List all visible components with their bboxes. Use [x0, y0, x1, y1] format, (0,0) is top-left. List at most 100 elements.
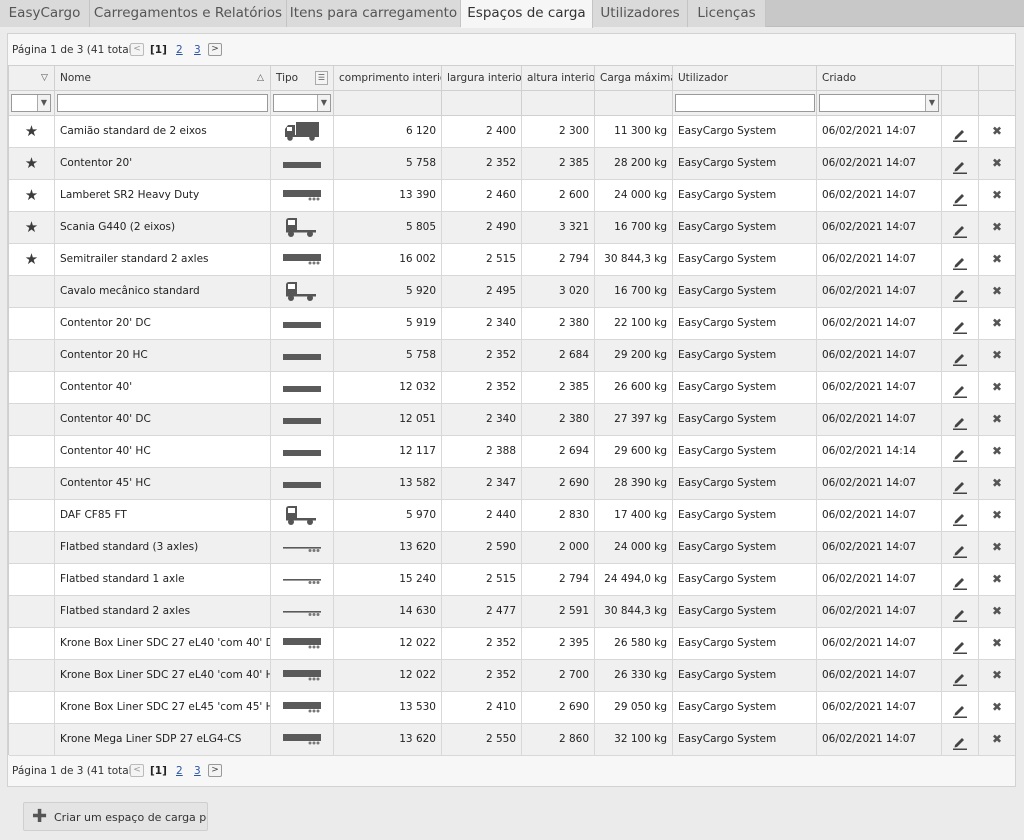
delete-cell[interactable]: ✖ [979, 404, 1015, 435]
favorite-star-icon[interactable]: ★ [25, 186, 38, 204]
close-icon[interactable]: ✖ [992, 508, 1002, 522]
delete-cell[interactable]: ✖ [979, 692, 1015, 723]
pager-page-3-link[interactable]: 3 [194, 763, 201, 779]
close-icon[interactable]: ✖ [992, 572, 1002, 586]
tab-cargo-spaces[interactable]: Espaços de carga [461, 0, 593, 28]
edit-cell[interactable] [942, 404, 979, 435]
pencil-icon[interactable] [952, 316, 968, 339]
table-row[interactable]: Flatbed standard 1 axle 15 240 2 515 2 794 2… [9, 564, 1015, 596]
header-length[interactable]: comprimento interior [334, 66, 442, 91]
pencil-icon[interactable] [952, 668, 968, 691]
delete-cell[interactable]: ✖ [979, 340, 1015, 371]
edit-cell[interactable] [942, 532, 979, 563]
edit-cell[interactable] [942, 468, 979, 499]
table-row[interactable]: Flatbed standard (3 axles) 13 620 2 590 2 0… [9, 532, 1015, 564]
table-row[interactable]: Contentor 40' HC 12 117 2 388 2 694 29 600 k… [9, 436, 1015, 468]
close-icon[interactable]: ✖ [992, 380, 1002, 394]
header-name[interactable]: Nome △ [55, 66, 271, 91]
tab-items-for-loading[interactable]: Itens para carregamento [287, 0, 461, 27]
table-row[interactable]: ★ Semitrailer standard 2 axles 16 002 2 515… [9, 244, 1015, 276]
pencil-icon[interactable] [952, 604, 968, 627]
pager-prev-button[interactable]: < [130, 43, 144, 56]
close-icon[interactable]: ✖ [992, 284, 1002, 298]
edit-cell[interactable] [942, 628, 979, 659]
favorite-star-icon[interactable]: ★ [25, 122, 38, 140]
delete-cell[interactable]: ✖ [979, 276, 1015, 307]
close-icon[interactable]: ✖ [992, 732, 1002, 746]
pencil-icon[interactable] [952, 572, 968, 595]
edit-cell[interactable] [942, 116, 979, 147]
close-icon[interactable]: ✖ [992, 316, 1002, 330]
delete-cell[interactable]: ✖ [979, 372, 1015, 403]
favorite-star-icon[interactable]: ★ [25, 218, 38, 236]
delete-cell[interactable]: ✖ [979, 116, 1015, 147]
tab-users[interactable]: Utilizadores [593, 0, 688, 27]
pencil-icon[interactable] [952, 124, 968, 147]
edit-cell[interactable] [942, 340, 979, 371]
pencil-icon[interactable] [952, 348, 968, 371]
delete-cell[interactable]: ✖ [979, 244, 1015, 275]
table-row[interactable]: Contentor 20' DC 5 919 2 340 2 380 22 100 kg… [9, 308, 1015, 340]
favorite-star-icon[interactable]: ★ [25, 154, 38, 172]
create-cargo-space-button[interactable]: ✚ Criar um espaço de carga per [23, 802, 208, 831]
pager-next-button[interactable]: > [208, 43, 222, 56]
filter-name-input[interactable] [57, 94, 268, 112]
pencil-icon[interactable] [952, 700, 968, 723]
close-icon[interactable]: ✖ [992, 220, 1002, 234]
close-icon[interactable]: ✖ [992, 124, 1002, 138]
pager-prev-button[interactable]: < [130, 764, 144, 777]
pencil-icon[interactable] [952, 508, 968, 531]
delete-cell[interactable]: ✖ [979, 724, 1015, 755]
close-icon[interactable]: ✖ [992, 348, 1002, 362]
header-height[interactable]: altura interior [522, 66, 595, 91]
pencil-icon[interactable] [952, 380, 968, 403]
tab-licenses[interactable]: Licenças [688, 0, 766, 27]
table-row[interactable]: ★ Contentor 20' 5 758 2 352 2 385 28 200 kg Ea… [9, 148, 1015, 180]
filter-favorite-select[interactable]: ▼ [11, 94, 51, 112]
table-row[interactable]: Contentor 40' DC 12 051 2 340 2 380 27 397 k… [9, 404, 1015, 436]
delete-cell[interactable]: ✖ [979, 436, 1015, 467]
pencil-icon[interactable] [952, 444, 968, 467]
header-type[interactable]: Tipo ☰ [271, 66, 334, 91]
pencil-icon[interactable] [952, 220, 968, 243]
close-icon[interactable]: ✖ [992, 412, 1002, 426]
table-row[interactable]: ★ Lamberet SR2 Heavy Duty 13 390 2 460 2 600… [9, 180, 1015, 212]
close-icon[interactable]: ✖ [992, 700, 1002, 714]
close-icon[interactable]: ✖ [992, 668, 1002, 682]
delete-cell[interactable]: ✖ [979, 564, 1015, 595]
header-favorite[interactable]: ▽ [9, 66, 55, 91]
filter-created-input[interactable]: ▼ [819, 94, 939, 112]
table-row[interactable]: Cavalo mecânico standard 5 920 2 495 3 020 1… [9, 276, 1015, 308]
header-payload[interactable]: Carga máxima [595, 66, 673, 91]
close-icon[interactable]: ✖ [992, 188, 1002, 202]
delete-cell[interactable]: ✖ [979, 468, 1015, 499]
table-row[interactable]: Contentor 20 HC 5 758 2 352 2 684 29 200 kg E… [9, 340, 1015, 372]
chevron-down-icon[interactable]: ▼ [317, 95, 330, 111]
close-icon[interactable]: ✖ [992, 476, 1002, 490]
close-icon[interactable]: ✖ [992, 444, 1002, 458]
delete-cell[interactable]: ✖ [979, 308, 1015, 339]
pager-next-button[interactable]: > [208, 764, 222, 777]
header-width[interactable]: largura interior [442, 66, 522, 91]
edit-cell[interactable] [942, 692, 979, 723]
delete-cell[interactable]: ✖ [979, 660, 1015, 691]
pencil-icon[interactable] [952, 636, 968, 659]
table-row[interactable]: Krone Box Liner SDC 27 eL40 'com 40' HC 1… [9, 660, 1015, 692]
delete-cell[interactable]: ✖ [979, 212, 1015, 243]
edit-cell[interactable] [942, 724, 979, 755]
edit-cell[interactable] [942, 276, 979, 307]
delete-cell[interactable]: ✖ [979, 628, 1015, 659]
pencil-icon[interactable] [952, 540, 968, 563]
edit-cell[interactable] [942, 180, 979, 211]
edit-cell[interactable] [942, 244, 979, 275]
edit-cell[interactable] [942, 500, 979, 531]
pencil-icon[interactable] [952, 188, 968, 211]
close-icon[interactable]: ✖ [992, 636, 1002, 650]
table-row[interactable]: Krone Box Liner SDC 27 eL45 'com 45' HC 1… [9, 692, 1015, 724]
close-icon[interactable]: ✖ [992, 156, 1002, 170]
delete-cell[interactable]: ✖ [979, 596, 1015, 627]
table-row[interactable]: Flatbed standard 2 axles 14 630 2 477 2 591… [9, 596, 1015, 628]
delete-cell[interactable]: ✖ [979, 180, 1015, 211]
edit-cell[interactable] [942, 564, 979, 595]
table-row[interactable]: Contentor 45' HC 13 582 2 347 2 690 28 390 k… [9, 468, 1015, 500]
